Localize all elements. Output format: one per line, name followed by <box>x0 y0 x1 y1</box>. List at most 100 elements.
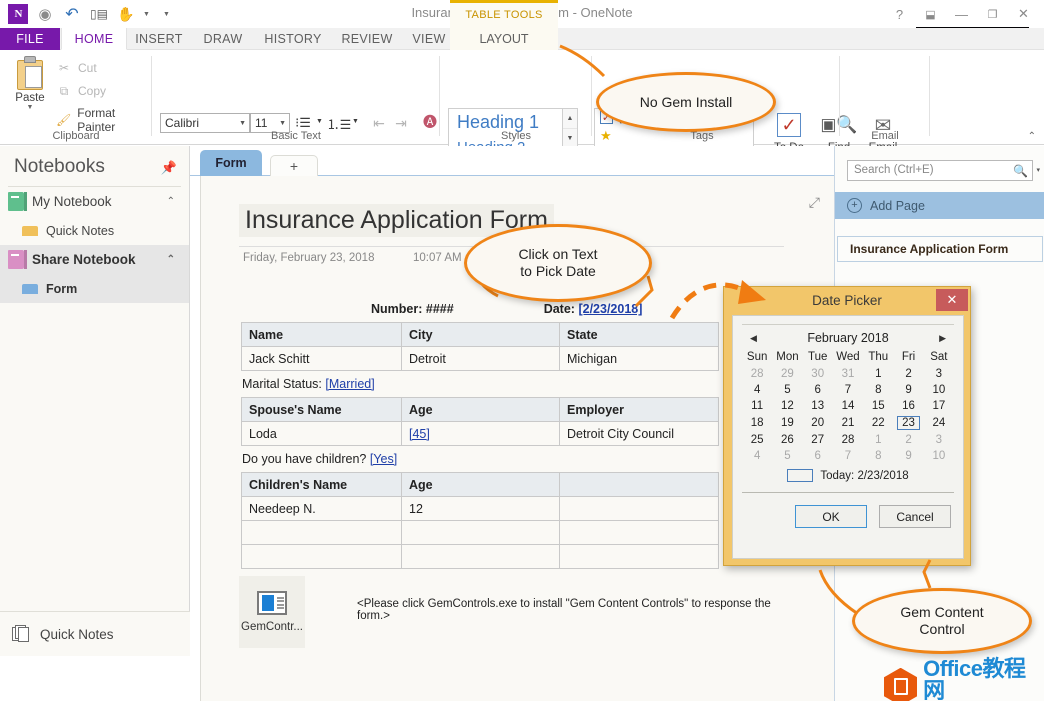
date-value-link[interactable]: [2/23/2018] <box>578 302 642 316</box>
applicant-table[interactable]: Name City State Jack Schitt Detroit Mich… <box>241 322 719 371</box>
pin-icon[interactable]: 📌 <box>161 160 177 176</box>
search-icon[interactable]: 🔍 <box>1013 164 1028 178</box>
table-cell[interactable]: Detroit <box>402 347 560 371</box>
calendar-day[interactable]: 29 <box>772 366 802 382</box>
calendar-day[interactable]: 1 <box>863 432 893 448</box>
copy-button[interactable]: ⧉ Copy <box>56 83 106 99</box>
ok-button[interactable]: OK <box>795 505 867 528</box>
help-icon[interactable]: ? <box>885 3 914 25</box>
calendar-day[interactable]: 13 <box>803 398 833 414</box>
prev-month-icon[interactable]: ◀ <box>750 333 757 344</box>
table-cell[interactable]: Detroit City Council <box>560 422 719 446</box>
paste-caret-icon[interactable]: ▼ <box>8 104 52 111</box>
calendar-day[interactable]: 6 <box>803 382 833 398</box>
calendar-day[interactable]: 6 <box>803 448 833 464</box>
calendar-day[interactable]: 12 <box>772 398 802 414</box>
tab-layout[interactable]: LAYOUT <box>450 28 558 50</box>
table-cell[interactable] <box>242 545 402 569</box>
table-cell[interactable] <box>402 545 560 569</box>
calendar-day[interactable]: 30 <box>803 366 833 382</box>
calendar-day[interactable]: 28 <box>833 432 863 448</box>
ribbon-display-options-icon[interactable]: ⬓ <box>916 3 945 25</box>
collapse-ribbon-icon[interactable]: ⌃ <box>1028 131 1036 142</box>
sidebar-item-my-notebook[interactable]: My Notebook ⌃ <box>0 187 189 216</box>
calendar-day[interactable]: 31 <box>833 366 863 382</box>
tab-history[interactable]: HISTORY <box>255 28 331 50</box>
calendar-day[interactable]: 7 <box>833 382 863 398</box>
chevron-up-icon[interactable]: ⌃ <box>167 254 175 265</box>
calendar-day[interactable]: 15 <box>863 398 893 414</box>
calendar-month-label[interactable]: February 2018 <box>807 331 888 345</box>
cut-button[interactable]: ✂ Cut <box>56 60 97 76</box>
paste-button[interactable]: Paste ▼ <box>8 56 52 111</box>
calendar-day[interactable]: 18 <box>742 414 772 432</box>
cancel-button[interactable]: Cancel <box>879 505 951 528</box>
calendar-day[interactable]: 16 <box>893 398 923 414</box>
calendar-day[interactable]: 10 <box>924 382 954 398</box>
section-tab-form[interactable]: Form <box>200 150 262 176</box>
tab-insert[interactable]: INSERT <box>127 28 191 50</box>
today-row[interactable]: Today: 2/23/2018 <box>742 469 954 482</box>
table-cell[interactable]: 12 <box>402 497 560 521</box>
dialog-close-icon[interactable]: ✕ <box>936 289 968 311</box>
table-row[interactable]: Needeep N. 12 <box>242 497 719 521</box>
tab-review[interactable]: REVIEW <box>331 28 403 50</box>
sidebar-item-share-notebook[interactable]: Share Notebook ⌃ <box>0 245 189 274</box>
quick-notes-footer[interactable]: Quick Notes <box>0 611 190 656</box>
styles-scroll-up-icon[interactable]: ▲ <box>563 109 577 129</box>
font-name-caret-icon[interactable]: ▼ <box>239 120 246 127</box>
calendar-grid[interactable]: Sun Mon Tue Wed Thu Fri Sat 282930311234… <box>742 349 954 464</box>
add-section-button[interactable]: + <box>270 155 318 176</box>
chevron-up-icon[interactable]: ⌃ <box>167 196 175 207</box>
date-picker-dialog[interactable]: Date Picker ✕ ◀ February 2018 ▶ Sun Mon … <box>723 286 971 566</box>
page-list-item[interactable]: Insurance Application Form <box>837 236 1043 262</box>
calendar-day[interactable]: 8 <box>863 382 893 398</box>
restore-icon[interactable]: ❐ <box>978 3 1007 25</box>
search-scope-caret-icon[interactable]: ▾ <box>1036 166 1040 174</box>
search-input[interactable]: Search (Ctrl+E) <box>847 160 1033 181</box>
age-link[interactable]: [45] <box>409 427 430 441</box>
calendar-day[interactable]: 28 <box>742 366 772 382</box>
table-row[interactable]: Loda [45] Detroit City Council <box>242 422 719 446</box>
tab-view[interactable]: VIEW <box>403 28 455 50</box>
font-size-caret-icon[interactable]: ▼ <box>279 120 286 127</box>
calendar-day-selected[interactable]: 23 <box>893 414 923 432</box>
table-cell[interactable] <box>242 521 402 545</box>
calendar-day[interactable]: 3 <box>924 432 954 448</box>
numbering-caret-icon[interactable]: ▼ <box>352 118 359 125</box>
calendar-day[interactable]: 3 <box>924 366 954 382</box>
calendar-day[interactable]: 1 <box>863 366 893 382</box>
calendar-day[interactable]: 7 <box>833 448 863 464</box>
table-cell[interactable]: Michigan <box>560 347 719 371</box>
table-cell[interactable]: Loda <box>242 422 402 446</box>
table-row[interactable] <box>242 545 719 569</box>
styles-eraser-icon[interactable]: 🅐 <box>420 112 440 132</box>
table-cell[interactable]: Needeep N. <box>242 497 402 521</box>
minimize-icon[interactable]: — <box>947 3 976 25</box>
bullets-caret-icon[interactable]: ▼ <box>316 118 323 125</box>
calendar-day[interactable]: 17 <box>924 398 954 414</box>
calendar-day[interactable]: 11 <box>742 398 772 414</box>
calendar-day[interactable]: 26 <box>772 432 802 448</box>
calendar-day[interactable]: 21 <box>833 414 863 432</box>
calendar-day[interactable]: 5 <box>772 448 802 464</box>
calendar-day[interactable]: 27 <box>803 432 833 448</box>
table-cell[interactable] <box>560 521 719 545</box>
next-month-icon[interactable]: ▶ <box>939 333 946 344</box>
table-cell[interactable] <box>402 521 560 545</box>
page-date[interactable]: Friday, February 23, 2018 <box>243 252 374 264</box>
spouse-table[interactable]: Spouse's Name Age Employer Loda [45] Det… <box>241 397 719 446</box>
tab-home[interactable]: HOME <box>61 28 127 50</box>
table-cell[interactable] <box>560 545 719 569</box>
calendar-day[interactable]: 4 <box>742 382 772 398</box>
table-row[interactable] <box>242 521 719 545</box>
expand-arrow-icon[interactable]: ⤢ <box>809 194 820 211</box>
calendar-day[interactable]: 4 <box>742 448 772 464</box>
calendar-day[interactable]: 9 <box>893 448 923 464</box>
calendar-day[interactable]: 2 <box>893 432 923 448</box>
add-page-button[interactable]: + Add Page <box>835 192 1044 219</box>
tab-file[interactable]: FILE <box>0 28 60 50</box>
calendar-day[interactable]: 10 <box>924 448 954 464</box>
table-cell[interactable]: Jack Schitt <box>242 347 402 371</box>
tab-draw[interactable]: DRAW <box>191 28 255 50</box>
